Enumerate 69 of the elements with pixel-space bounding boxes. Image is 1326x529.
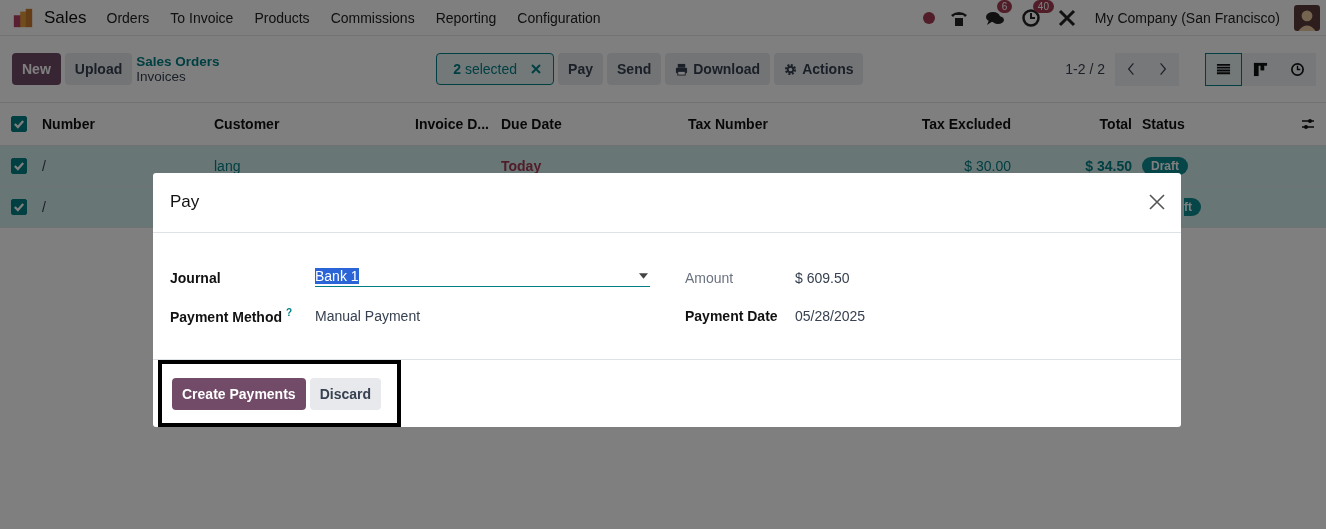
field-label: Amount [685, 269, 734, 286]
field-value: 05/28/2025 [795, 307, 866, 324]
printer-icon [675, 62, 689, 76]
message-count: 6 [996, 0, 1013, 13]
invoice-number: / [42, 199, 46, 215]
status-badge: ft [1184, 198, 1201, 216]
clock-icon [1290, 61, 1305, 77]
column-header[interactable]: Customer [214, 116, 280, 132]
status-dot[interactable] [922, 11, 935, 24]
tools-icon[interactable] [1056, 7, 1077, 28]
menu-item[interactable]: Configuration [517, 9, 601, 26]
column-header[interactable]: Total [1099, 116, 1132, 132]
row-checkbox[interactable] [11, 158, 27, 174]
help-icon[interactable]: ? [286, 306, 293, 318]
create-payments-button[interactable]: Create Payments [172, 378, 306, 410]
amount-value: $ 30.00 [964, 158, 1011, 174]
menu-item[interactable]: Reporting [435, 9, 497, 26]
kanban-icon [1253, 61, 1268, 77]
selection-badge[interactable]: 2 selected [436, 53, 555, 85]
upload-button[interactable]: Upload [64, 53, 133, 85]
chevron-right-icon [1159, 62, 1167, 76]
invoice-number: / [42, 158, 46, 174]
list-view-button[interactable] [1205, 52, 1242, 86]
kanban-view-button[interactable] [1242, 52, 1279, 86]
column-settings-icon[interactable] [1301, 117, 1315, 131]
list-icon [1216, 61, 1231, 77]
customer-name[interactable]: lang [214, 158, 241, 174]
column-header[interactable]: Invoice D... [415, 116, 489, 132]
avatar-icon[interactable] [1294, 4, 1320, 31]
menu-item[interactable]: To Invoice [170, 9, 234, 26]
due-date: Today [501, 158, 542, 174]
breadcrumb-current: Invoices [136, 69, 187, 84]
action-button[interactable]: Actions [774, 53, 864, 85]
field-label: Journal [170, 269, 221, 286]
app-name[interactable]: Sales [44, 7, 87, 28]
selection-count: 2 selected [453, 61, 518, 77]
field-label: Payment Method [170, 308, 282, 325]
activity-count: 40 [1032, 0, 1054, 13]
select-all-checkbox[interactable] [11, 116, 27, 132]
chevron-left-icon [1127, 62, 1135, 76]
menu-item[interactable]: Commissions [330, 9, 415, 26]
column-header[interactable]: Tax Excluded [921, 116, 1011, 132]
column-header[interactable]: Number [42, 116, 95, 132]
activity-view-button[interactable] [1279, 52, 1316, 86]
gear-icon [784, 62, 798, 76]
status-badge: Draft [1142, 157, 1188, 175]
new-button[interactable]: New [12, 53, 61, 85]
caret-icon [639, 273, 648, 280]
dialog-title: Pay [170, 192, 200, 213]
journal-select[interactable]: Bank 1 [315, 268, 650, 288]
action-button[interactable]: Download [665, 53, 771, 85]
menu-item[interactable]: Orders [106, 9, 150, 26]
breadcrumb-link[interactable]: Sales Orders [136, 54, 437, 69]
field-label: Payment Date [685, 307, 778, 324]
action-button[interactable]: Send [607, 53, 662, 85]
app-logo-icon[interactable] [12, 6, 34, 29]
menu-item[interactable]: Products [254, 9, 310, 26]
field-value: $ 609.50 [795, 269, 850, 286]
column-header[interactable]: Status [1142, 116, 1185, 132]
close-icon[interactable] [1149, 194, 1165, 211]
pager-value[interactable]: 1-2 / 2 [1065, 61, 1105, 77]
discard-button[interactable]: Discard [309, 378, 381, 410]
action-button[interactable]: Pay [558, 53, 603, 85]
field-value: Manual Payment [315, 307, 421, 324]
company-name[interactable]: My Company (San Francisco) [1094, 9, 1280, 26]
column-header[interactable]: Tax Number [688, 116, 768, 132]
row-checkbox[interactable] [11, 199, 27, 215]
column-header[interactable]: Due Date [501, 116, 562, 132]
total-value: $ 34.50 [1085, 158, 1132, 174]
